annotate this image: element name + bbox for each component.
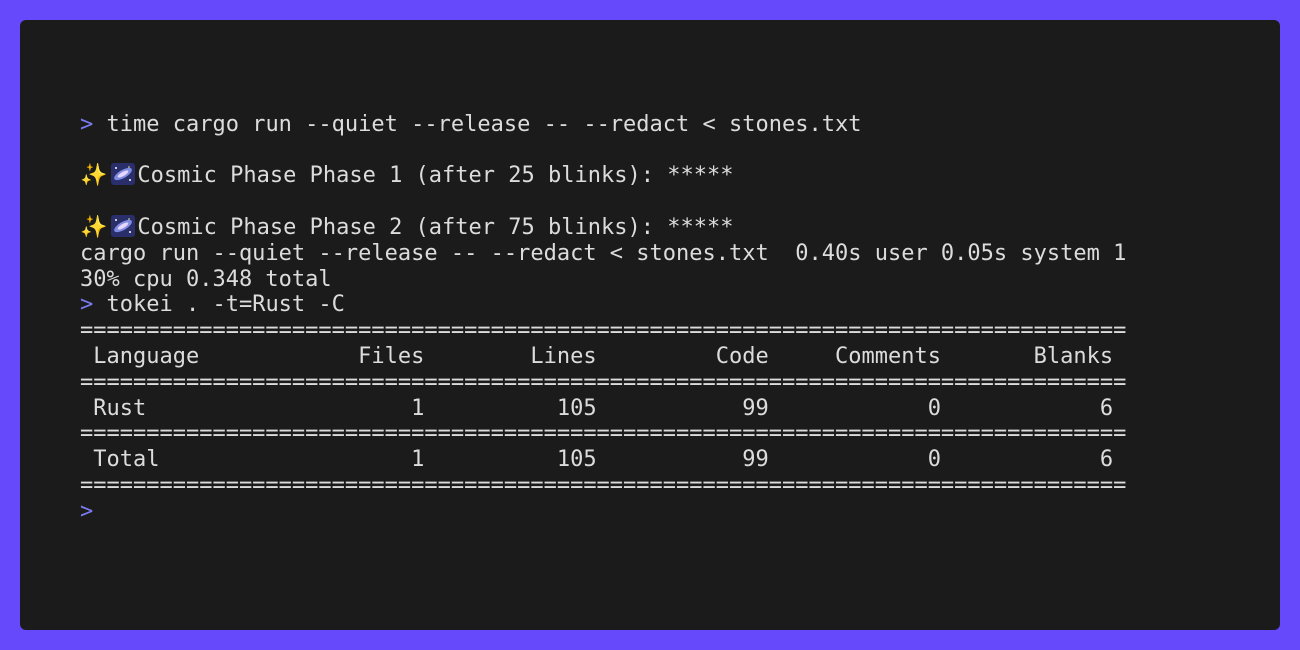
table-header: Language Files Lines Code Comments Blank…	[80, 343, 1114, 369]
phase-2-output: ✨ Cosmic Phase Phase 2 (after 75 blinks):…	[80, 214, 1240, 241]
prompt-symbol: >	[80, 292, 94, 318]
table-separator: ========================================…	[80, 369, 1127, 395]
terminal-output: > time cargo run --quiet --release -- --…	[80, 86, 1240, 525]
command-line-1: > time cargo run --quiet --release -- --…	[80, 112, 1240, 138]
table-separator: ========================================…	[80, 472, 1127, 498]
phase-1-output: ✨ Cosmic Phase Phase 1 (after 25 blinks):…	[80, 163, 1240, 189]
command-line-2: > tokei . -t=Rust -C	[80, 292, 1240, 318]
prompt-symbol: >	[80, 111, 94, 137]
milky-way-icon	[111, 214, 136, 237]
prompt-symbol: >	[80, 498, 94, 524]
command-text: tokei . -t=Rust -C	[106, 292, 345, 318]
time-output-line-1: cargo run --quiet --release -- --redact …	[80, 240, 1127, 266]
time-output-line-2: 30% cpu 0.348 total	[80, 266, 332, 292]
table-row-rust: Rust 1 105 99 0 6	[80, 395, 1114, 421]
milky-way-icon	[111, 163, 136, 186]
command-line-3[interactable]: >	[80, 499, 1240, 525]
sparkles-icon: ✨	[80, 163, 108, 189]
phase-1-text: Cosmic Phase Phase 1 (after 25 blinks): …	[137, 163, 734, 189]
terminal-window[interactable]: > time cargo run --quiet --release -- --…	[20, 20, 1280, 630]
phase-2-text: Cosmic Phase Phase 2 (after 75 blinks): …	[137, 214, 734, 240]
sparkles-icon: ✨	[80, 214, 108, 240]
table-separator: ========================================…	[80, 318, 1127, 344]
table-separator: ========================================…	[80, 421, 1127, 447]
table-row-total: Total 1 105 99 0 6	[80, 447, 1114, 473]
command-text: time cargo run --quiet --release -- --re…	[106, 111, 862, 137]
